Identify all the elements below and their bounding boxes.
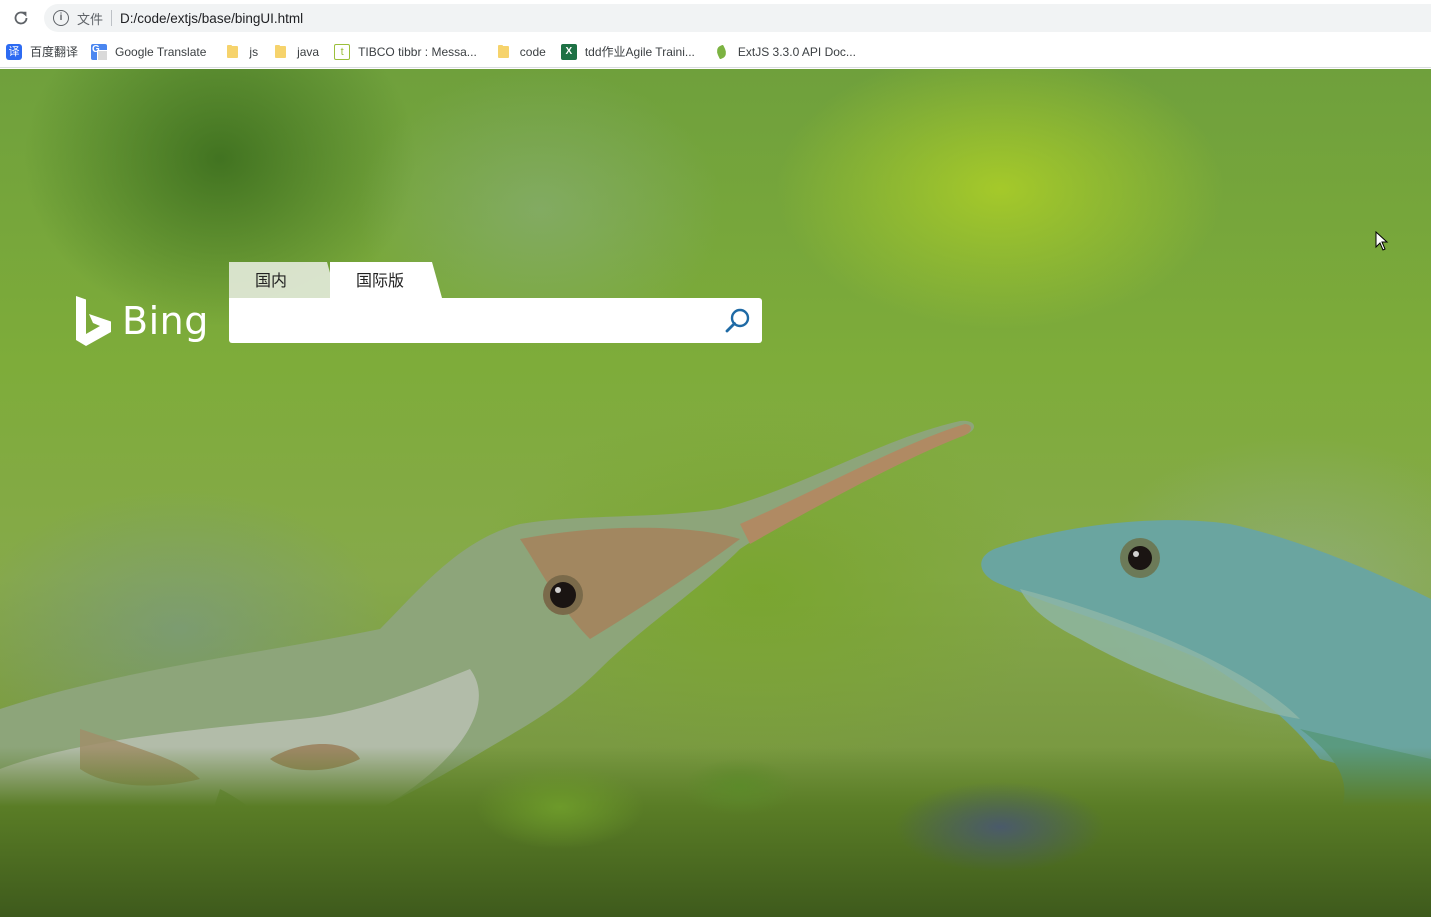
url-text[interactable]: D:/code/extjs/base/bingUI.html	[120, 11, 303, 26]
search-box	[229, 298, 762, 343]
bookmark-tdd-agile[interactable]: X tdd作业Agile Traini...	[553, 40, 702, 64]
tibbr-icon: t	[334, 43, 351, 60]
bing-logo[interactable]: Bing	[76, 296, 209, 346]
mouse-cursor-icon	[1375, 231, 1389, 251]
google-translate-icon	[91, 43, 109, 61]
folder-icon	[225, 44, 241, 60]
bing-logo-text: Bing	[122, 299, 209, 343]
bookmark-label: Google Translate	[115, 44, 207, 59]
bookmark-folder-code[interactable]: code	[484, 40, 553, 64]
search-input[interactable]	[241, 299, 715, 342]
folder-icon	[496, 44, 512, 60]
region-tabs: 国内版 国际版	[229, 262, 442, 330]
omnibox[interactable]: i 文件 D:/code/extjs/base/bingUI.html	[44, 4, 1431, 32]
bookmark-label: ExtJS 3.3.0 API Doc...	[737, 44, 856, 59]
bookmark-label: 百度翻译	[30, 45, 79, 59]
search-button[interactable]	[724, 307, 752, 335]
excel-icon: X	[560, 43, 577, 60]
bookmark-folder-js[interactable]: js	[213, 40, 265, 64]
file-scheme-label: 文件	[77, 11, 104, 27]
reload-icon[interactable]	[11, 8, 31, 28]
search-icon	[725, 308, 750, 333]
tab-label: 国际版	[356, 273, 405, 290]
browser-address-bar: i 文件 D:/code/extjs/base/bingUI.html	[0, 0, 1431, 36]
extjs-icon	[714, 44, 730, 60]
bookmarks-bar: 译 百度翻译 Google Translate js java t TIBCO …	[0, 36, 1431, 68]
tab-international[interactable]: 国际版	[330, 262, 442, 298]
bookmark-baidu-fanyi[interactable]: 译 百度翻译	[0, 40, 85, 64]
bookmark-label: TIBCO tibbr : Messa...	[358, 44, 477, 59]
bookmark-label: js	[249, 44, 259, 59]
bookmark-folder-java[interactable]: java	[265, 40, 326, 64]
bookmark-label: java	[297, 44, 320, 59]
bookmark-extjs-api[interactable]: ExtJS 3.3.0 API Doc...	[702, 40, 863, 64]
info-icon[interactable]: i	[53, 10, 69, 26]
bookmark-label: code	[519, 44, 546, 59]
bookmark-tibbr[interactable]: t TIBCO tibbr : Messa...	[326, 40, 484, 64]
bing-logo-icon	[76, 296, 111, 346]
bookmark-label: tdd作业Agile Traini...	[584, 45, 695, 59]
background-photo-lizards	[0, 69, 1431, 917]
moss-branch	[0, 747, 1431, 917]
bookmark-google-translate[interactable]: Google Translate	[85, 40, 213, 64]
omnibox-divider	[111, 10, 113, 26]
tab-china[interactable]: 国内版	[229, 262, 337, 330]
baidu-fanyi-icon: 译	[6, 43, 22, 60]
folder-icon	[273, 44, 289, 60]
